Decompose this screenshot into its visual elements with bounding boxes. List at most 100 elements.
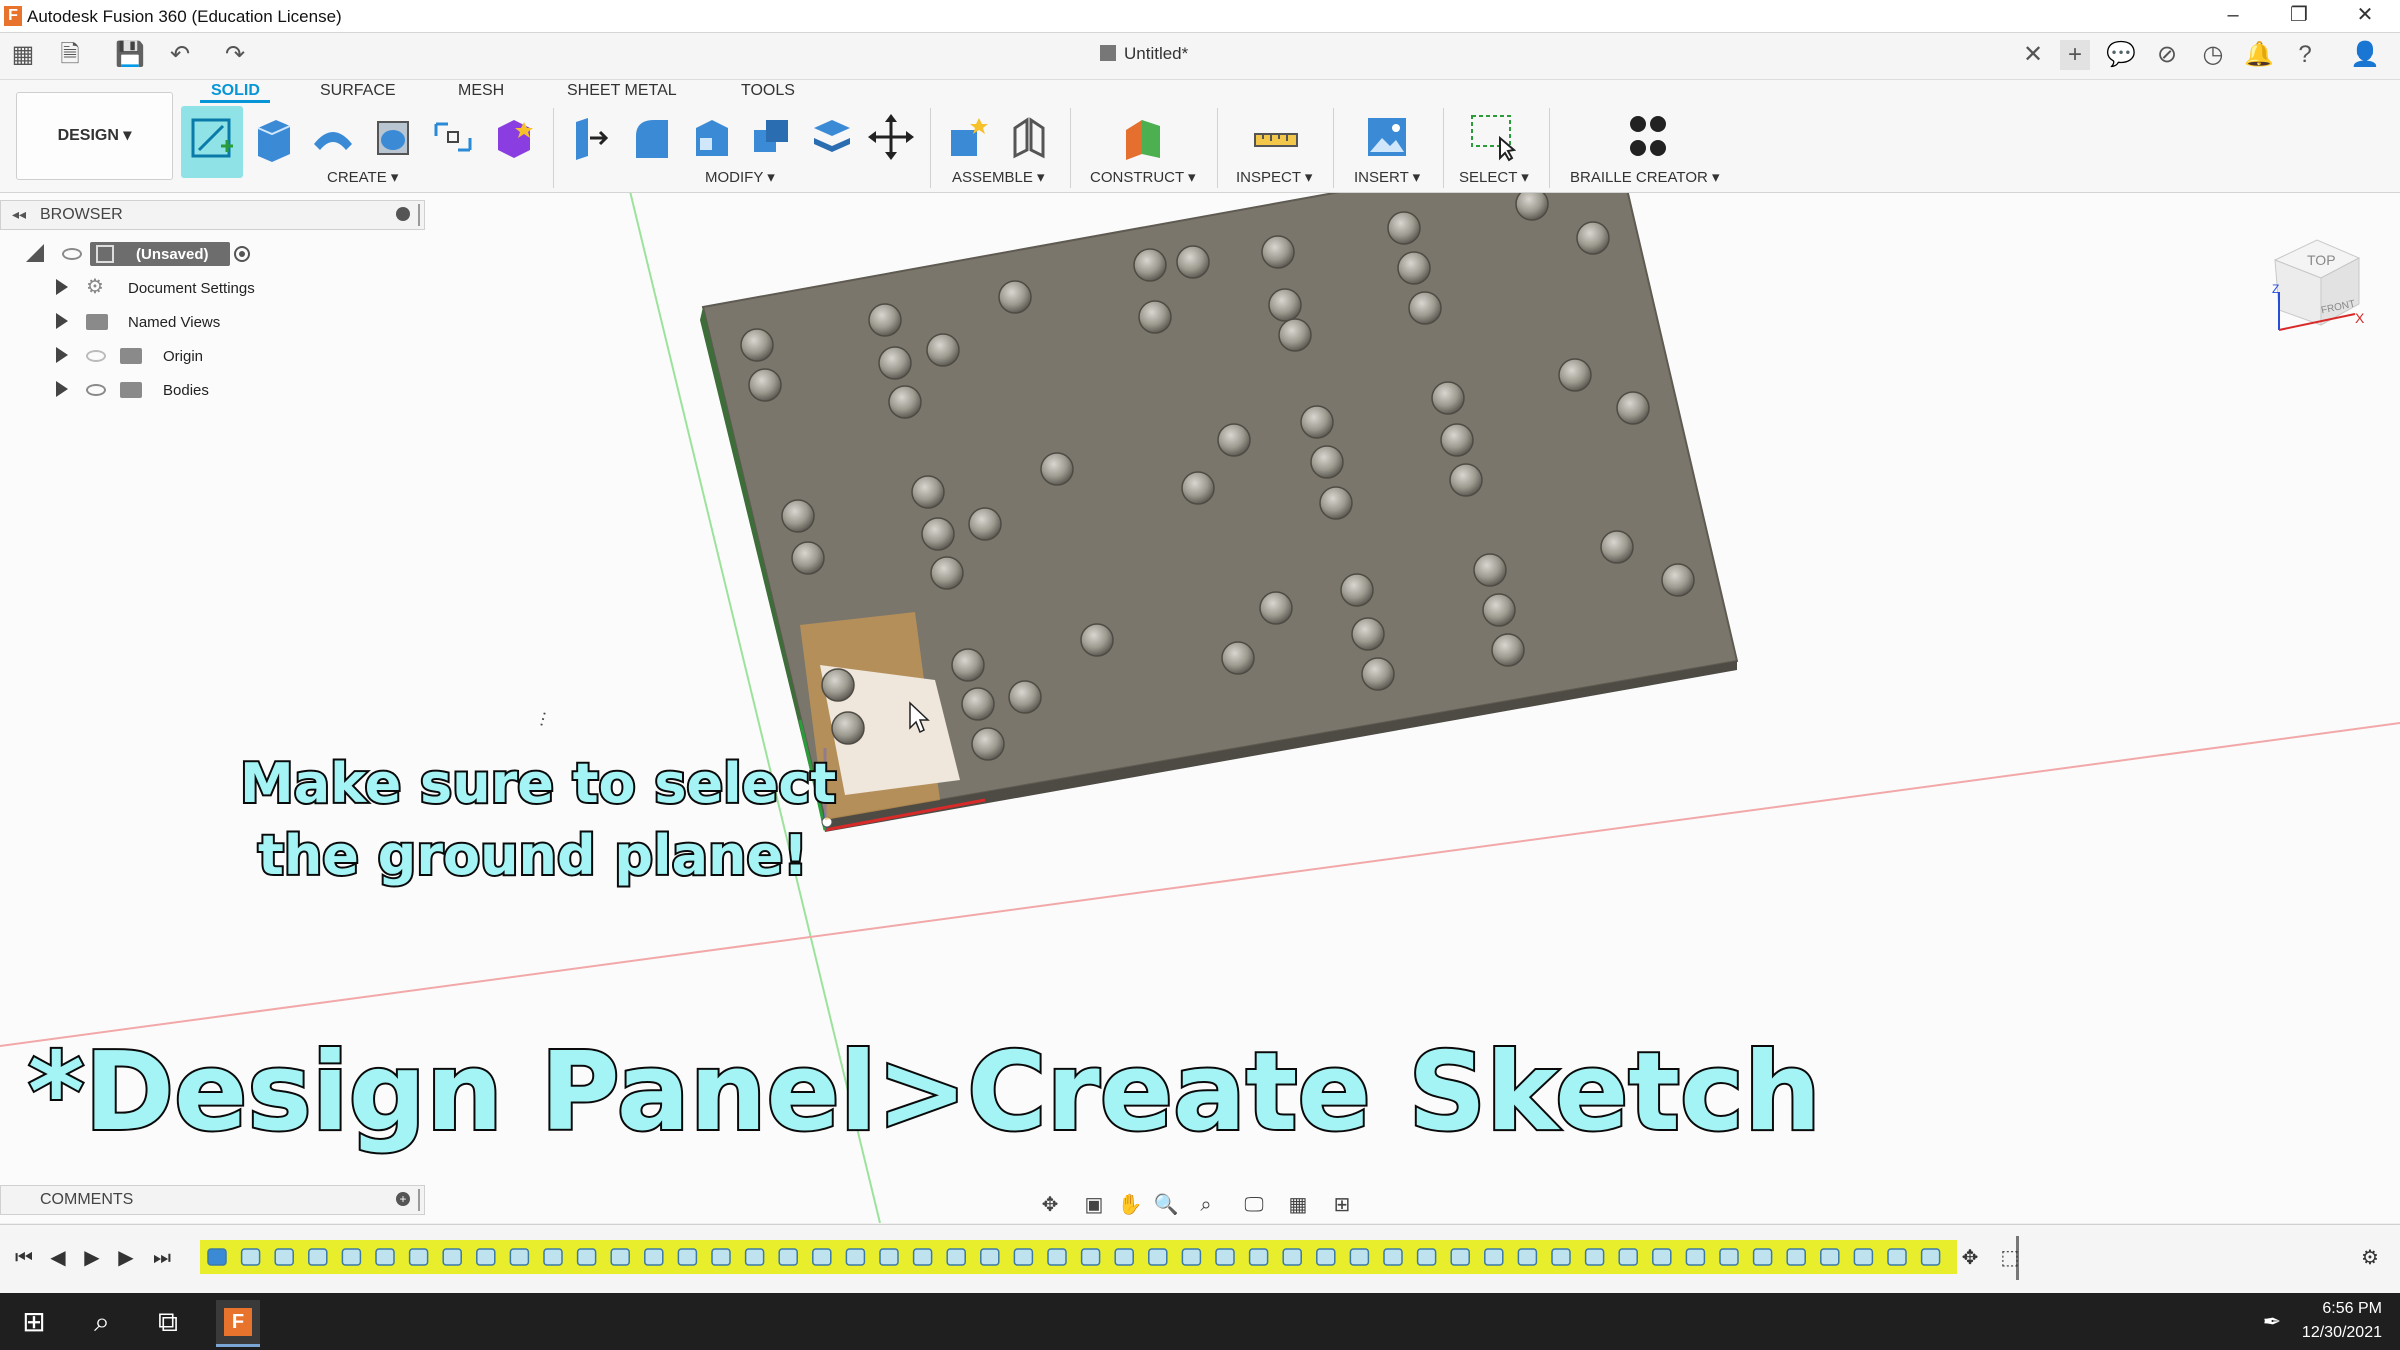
add-comment-icon[interactable]: + xyxy=(396,1192,410,1206)
braille-creator-button[interactable] xyxy=(1625,110,1671,164)
fusion-taskbar-icon[interactable]: F xyxy=(216,1300,260,1347)
offset-face-button[interactable] xyxy=(808,110,854,164)
extrude-button[interactable] xyxy=(250,110,296,164)
braille-creator-menu[interactable]: BRAILLE CREATOR ▾ xyxy=(1570,168,1720,186)
timeline-feature[interactable] xyxy=(812,1248,832,1266)
look-at-icon[interactable]: ▣ xyxy=(1080,1192,1108,1218)
timeline-sketch-feature[interactable] xyxy=(207,1248,227,1266)
modify-menu[interactable]: MODIFY ▾ xyxy=(705,168,775,186)
expand-bodies-icon[interactable] xyxy=(56,381,68,397)
notifications-icon[interactable]: 🔔 xyxy=(2244,40,2274,70)
timeline-next-icon[interactable]: ▶ xyxy=(114,1246,138,1270)
timeline-feature[interactable] xyxy=(1584,1248,1605,1266)
maximize-button[interactable]: ❐ xyxy=(2266,0,2332,32)
timeline-feature[interactable] xyxy=(476,1248,496,1266)
file-menu-icon[interactable]: 🗎 xyxy=(55,40,85,70)
timeline-feature[interactable] xyxy=(1685,1248,1706,1266)
windows-start-icon[interactable]: ⊞ xyxy=(12,1300,56,1344)
timeline-feature[interactable] xyxy=(1786,1248,1806,1266)
comments-resize-handle[interactable] xyxy=(418,1189,420,1211)
activate-component-icon[interactable] xyxy=(234,246,250,262)
zoom-icon[interactable]: 🔍 xyxy=(1152,1192,1180,1218)
timeline-feature[interactable] xyxy=(1248,1248,1269,1266)
root-collapse-icon[interactable] xyxy=(26,244,44,262)
task-view-icon[interactable]: ⧉ xyxy=(146,1300,190,1344)
timeline-feature[interactable] xyxy=(1719,1248,1739,1266)
undo-icon[interactable]: ↶ xyxy=(165,40,195,70)
timeline-feature[interactable] xyxy=(1887,1248,1907,1266)
document-tab[interactable]: Untitled* xyxy=(1100,44,1280,72)
help-icon[interactable]: ? xyxy=(2290,40,2320,70)
move-copy-button[interactable] xyxy=(868,110,914,164)
redo-icon[interactable]: ↷ xyxy=(220,40,250,70)
comments-panel-icon[interactable]: 💬 xyxy=(2106,40,2136,70)
browser-options-icon[interactable] xyxy=(396,207,410,221)
timeline-feature[interactable] xyxy=(1450,1248,1470,1266)
timeline-feature[interactable] xyxy=(1316,1248,1336,1266)
timeline-feature[interactable] xyxy=(1148,1248,1168,1266)
chamfer-button[interactable] xyxy=(688,110,734,164)
browser-resize-handle[interactable] xyxy=(418,204,420,226)
timeline-feature[interactable] xyxy=(610,1248,630,1266)
timeline-feature[interactable] xyxy=(778,1248,798,1266)
timeline-settings-gear-icon[interactable]: ⚙ xyxy=(2358,1246,2382,1270)
timeline-feature[interactable] xyxy=(509,1248,530,1266)
extensions-icon[interactable]: ⊘ xyxy=(2152,40,2182,70)
sweep-button[interactable] xyxy=(370,110,416,164)
assemble-menu[interactable]: ASSEMBLE ▾ xyxy=(952,168,1045,186)
timeline-feature[interactable] xyxy=(711,1248,731,1266)
new-tab-icon[interactable]: + xyxy=(2060,40,2090,70)
close-button[interactable]: ✕ xyxy=(2332,0,2398,32)
timeline-feature[interactable] xyxy=(1047,1248,1067,1266)
timeline-feature[interactable] xyxy=(375,1248,395,1266)
timeline-feature[interactable] xyxy=(912,1248,933,1266)
select-button[interactable] xyxy=(1470,110,1517,164)
timeline-feature[interactable] xyxy=(1013,1248,1034,1266)
timeline-feature[interactable] xyxy=(408,1248,429,1266)
timeline-feature[interactable] xyxy=(1484,1248,1504,1266)
select-menu[interactable]: SELECT ▾ xyxy=(1459,168,1529,186)
taskbar-clock-time[interactable]: 6:56 PM xyxy=(2318,1300,2382,1318)
root-visibility-icon[interactable] xyxy=(62,248,82,260)
bodies-visibility-icon[interactable] xyxy=(86,384,106,396)
timeline-feature[interactable] xyxy=(1618,1248,1638,1266)
data-panel-grid-icon[interactable]: ▦ xyxy=(8,40,38,70)
timeline-feature[interactable] xyxy=(274,1248,294,1266)
timeline-feature-strip[interactable] xyxy=(200,1240,1957,1274)
search-icon[interactable]: ⌕ xyxy=(80,1300,124,1344)
user-avatar-icon[interactable]: 👤 xyxy=(2350,40,2380,70)
timeline-feature[interactable] xyxy=(308,1248,328,1266)
timeline-feature[interactable] xyxy=(442,1248,462,1266)
joint-button[interactable] xyxy=(1005,110,1051,164)
timeline-feature[interactable] xyxy=(1282,1248,1302,1266)
inspect-menu[interactable]: INSPECT ▾ xyxy=(1236,168,1312,186)
timeline-feature[interactable] xyxy=(341,1248,362,1266)
timeline-feature[interactable] xyxy=(1383,1248,1403,1266)
timeline-feature[interactable] xyxy=(644,1248,664,1266)
browser-node-named-views[interactable]: Named Views xyxy=(128,314,220,331)
timeline-feature[interactable] xyxy=(1853,1248,1874,1266)
timeline-feature[interactable] xyxy=(879,1248,899,1266)
timeline-feature[interactable] xyxy=(946,1248,966,1266)
collapse-browser-icon[interactable]: ◂◂ xyxy=(12,206,26,223)
timeline-feature[interactable] xyxy=(1181,1248,1202,1266)
timeline-feature[interactable] xyxy=(576,1248,597,1266)
view-cube[interactable]: TOP FRONT Z X xyxy=(2265,230,2365,340)
timeline-feature[interactable] xyxy=(980,1248,1000,1266)
tab-surface[interactable]: SURFACE xyxy=(320,82,396,100)
display-settings-icon[interactable]: 🖵 xyxy=(1240,1192,1268,1218)
timeline-feature[interactable] xyxy=(1752,1248,1773,1266)
form-button[interactable] xyxy=(490,110,536,164)
grid-snaps-icon[interactable]: ▦ xyxy=(1284,1192,1312,1218)
taskbar-clock-date[interactable]: 12/30/2021 xyxy=(2300,1324,2382,1342)
tab-mesh[interactable]: MESH xyxy=(458,82,504,100)
timeline-feature[interactable] xyxy=(677,1248,698,1266)
timeline-feature[interactable] xyxy=(1517,1248,1538,1266)
expand-origin-icon[interactable] xyxy=(56,347,68,363)
orbit-icon[interactable]: ✥ xyxy=(1036,1192,1064,1218)
timeline-feature[interactable] xyxy=(1920,1248,1941,1266)
browser-node-origin[interactable]: Origin xyxy=(163,348,203,365)
timeline-feature[interactable] xyxy=(1114,1248,1134,1266)
timeline-sketch-icon[interactable]: ⬚ xyxy=(1998,1246,2022,1270)
timeline-feature[interactable] xyxy=(845,1248,866,1266)
